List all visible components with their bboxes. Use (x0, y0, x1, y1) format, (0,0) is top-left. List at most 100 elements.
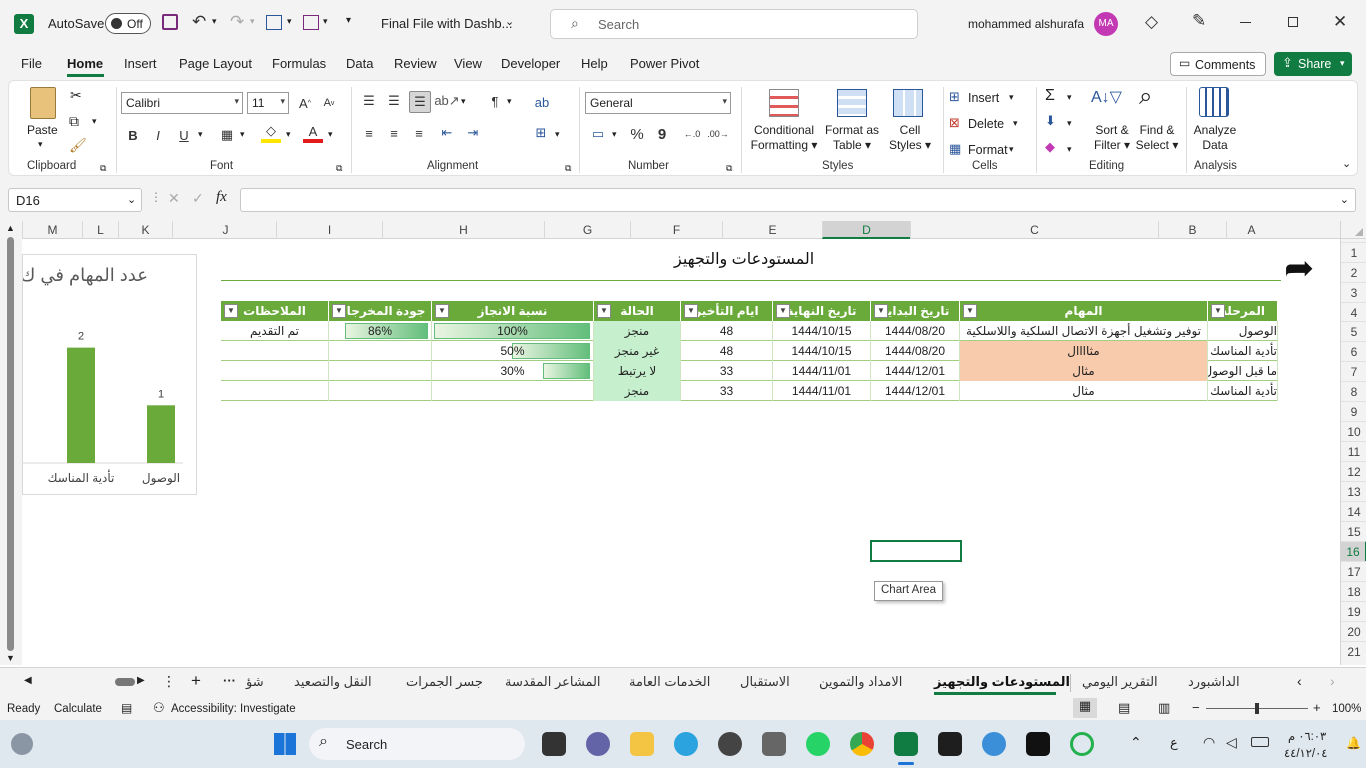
page-break-view-icon[interactable]: ▥ (1158, 700, 1170, 716)
tab-data[interactable]: Data (346, 56, 373, 71)
form-dropdown-icon[interactable]: ▾ (287, 16, 292, 27)
wrap-text-icon[interactable]: ab (531, 91, 553, 113)
hscroll-thumb[interactable] (115, 678, 135, 686)
row-header-13[interactable]: 13 (1341, 481, 1366, 501)
column-header-i[interactable]: I (276, 221, 382, 239)
tab-power-pivot[interactable]: Power Pivot (630, 56, 699, 71)
formula-input[interactable]: ⌄ (240, 188, 1356, 212)
filter-dropdown-icon[interactable]: ▼ (776, 304, 790, 318)
column-header-m[interactable]: M (22, 221, 82, 239)
cell-end[interactable]: 1444/10/15 (773, 321, 871, 341)
diamond-icon[interactable]: ◇ (1145, 12, 1158, 32)
row-header-5[interactable]: 5 (1341, 321, 1366, 341)
normal-view-icon[interactable]: ▦ (1073, 698, 1097, 718)
cell-status[interactable]: منجز (594, 321, 681, 341)
more-options-icon[interactable]: ⋮ (162, 673, 176, 690)
tray-chevron-icon[interactable]: ⌃ (1130, 734, 1142, 751)
cell-start[interactable]: 1444/12/01 (871, 361, 960, 381)
cell-start[interactable]: 1444/08/20 (871, 341, 960, 361)
name-box[interactable]: D16 ⌄ (8, 188, 142, 212)
tab-home[interactable]: Home (67, 56, 103, 71)
keyboard-language[interactable]: ع (1170, 735, 1178, 751)
row-header-6[interactable]: 6 (1341, 341, 1366, 361)
vertical-scrollbar[interactable]: ▲ ▼ (0, 221, 22, 665)
zoom-level[interactable]: 100% (1332, 703, 1361, 715)
calculate-button[interactable]: Calculate (54, 703, 102, 715)
align-right-icon[interactable]: ≡ (409, 123, 429, 143)
undo-dropdown-icon[interactable]: ▾ (212, 16, 217, 27)
cell-quality[interactable] (329, 341, 432, 361)
user-name[interactable]: mohammed alshurafa (968, 17, 1084, 31)
cancel-icon[interactable]: ✕ (168, 190, 180, 207)
delete-cells-button[interactable]: Delete (968, 117, 1004, 131)
alignment-launcher-icon[interactable]: ⧉ (565, 163, 571, 174)
row-header-9[interactable]: 9 (1341, 401, 1366, 421)
accounting-dropdown-icon[interactable]: ▾ (612, 129, 617, 140)
worksheet-grid[interactable]: عدد المهام في ك 1 الوصول 2 تأدية المناسك ال… (22, 239, 1340, 665)
sheet-tab-daily-report[interactable]: التقرير اليومي (1082, 674, 1158, 690)
cell-task[interactable]: مثال (960, 381, 1208, 401)
expand-formula-icon[interactable]: ⌄ (1340, 193, 1349, 206)
comma-icon[interactable]: 9 (652, 124, 672, 144)
telegram-icon[interactable] (674, 732, 698, 756)
clear-icon[interactable]: ◆ (1045, 139, 1055, 155)
avatar[interactable]: MA (1094, 12, 1118, 36)
cell-start[interactable]: 1444/12/01 (871, 381, 960, 401)
increase-font-icon[interactable]: A ^ (295, 93, 315, 113)
filter-dropdown-icon[interactable]: ▼ (684, 304, 698, 318)
rtl-direction-icon[interactable]: ¶ (485, 91, 505, 111)
number-launcher-icon[interactable]: ⧉ (726, 163, 732, 174)
zoom-out-icon[interactable]: − (1192, 700, 1200, 715)
font-color-icon[interactable]: A (303, 123, 323, 143)
decrease-font-icon[interactable]: Av (319, 93, 339, 113)
increase-decimal-icon[interactable]: ←.0 (681, 124, 703, 144)
column-header-l[interactable]: L (82, 221, 118, 239)
column-header-a[interactable]: A (1226, 221, 1276, 239)
filename[interactable]: Final File with Dashb... (381, 16, 513, 31)
filter-dropdown-icon[interactable]: ▼ (332, 304, 346, 318)
clear-dropdown-icon[interactable]: ▾ (1067, 144, 1072, 155)
row-header-2[interactable]: 2 (1341, 262, 1366, 282)
cell-quality[interactable] (329, 361, 432, 381)
format-painter-icon[interactable]: 🖌 (69, 137, 87, 154)
filter-dropdown-icon[interactable]: ▼ (435, 304, 449, 318)
row-header-17[interactable]: 17 (1341, 561, 1366, 581)
row-header-11[interactable]: 11 (1341, 441, 1366, 461)
cell-progress[interactable]: 30% (432, 361, 594, 381)
zoom-slider-thumb[interactable] (1255, 703, 1259, 714)
align-left-icon[interactable]: ≡ (359, 123, 379, 143)
insert-cells-icon[interactable]: ⊞ (949, 89, 960, 105)
column-header-g[interactable]: G (544, 221, 630, 239)
align-middle-icon[interactable]: ☰ (384, 91, 404, 111)
cell-notes[interactable]: تم التقديم (221, 321, 329, 341)
teams-icon[interactable] (586, 732, 610, 756)
align-center-icon[interactable]: ≡ (384, 123, 404, 143)
direction-dropdown-icon[interactable]: ▾ (507, 96, 512, 107)
file-explorer-icon[interactable] (630, 732, 654, 756)
cut-icon[interactable]: ✂ (70, 87, 82, 104)
calculator-icon[interactable] (762, 732, 786, 756)
copy-icon[interactable]: ⧉ (69, 113, 79, 130)
table-dropdown-icon[interactable]: ▾ (323, 16, 328, 27)
taskbar-search[interactable]: ⌕ Search (309, 728, 525, 760)
cell-quality[interactable]: 86% (329, 321, 432, 341)
autosum-dropdown-icon[interactable]: ▾ (1067, 92, 1072, 103)
font-name-combo[interactable]: Calibri ▾ (121, 92, 243, 114)
sheet-tab-dashboard[interactable]: الداشبورد (1188, 674, 1240, 690)
conditional-formatting-button[interactable]: Conditional Formatting ▾ (749, 123, 819, 153)
align-top-icon[interactable]: ☰ (359, 91, 379, 111)
percent-icon[interactable]: % (627, 124, 647, 144)
cell-status[interactable]: لا يرتبط (594, 361, 681, 381)
chart-bar[interactable] (147, 405, 175, 463)
borders-icon[interactable]: ▦ (217, 125, 237, 145)
merge-dropdown-icon[interactable]: ▾ (555, 129, 560, 140)
tab-page-layout[interactable]: Page Layout (179, 56, 252, 71)
filter-dropdown-icon[interactable]: ▼ (224, 304, 238, 318)
notification-icon[interactable]: 🔔 (1346, 736, 1361, 750)
share-button[interactable]: ⇪ Share ▾ (1274, 52, 1352, 76)
cell-quality[interactable] (329, 381, 432, 401)
analyze-data-icon[interactable] (1199, 87, 1229, 117)
format-as-table-icon[interactable] (837, 89, 867, 117)
scroll-down-icon[interactable]: ▼ (6, 653, 15, 663)
tabs-scroll-prev-icon[interactable]: ‹ (1297, 673, 1302, 689)
